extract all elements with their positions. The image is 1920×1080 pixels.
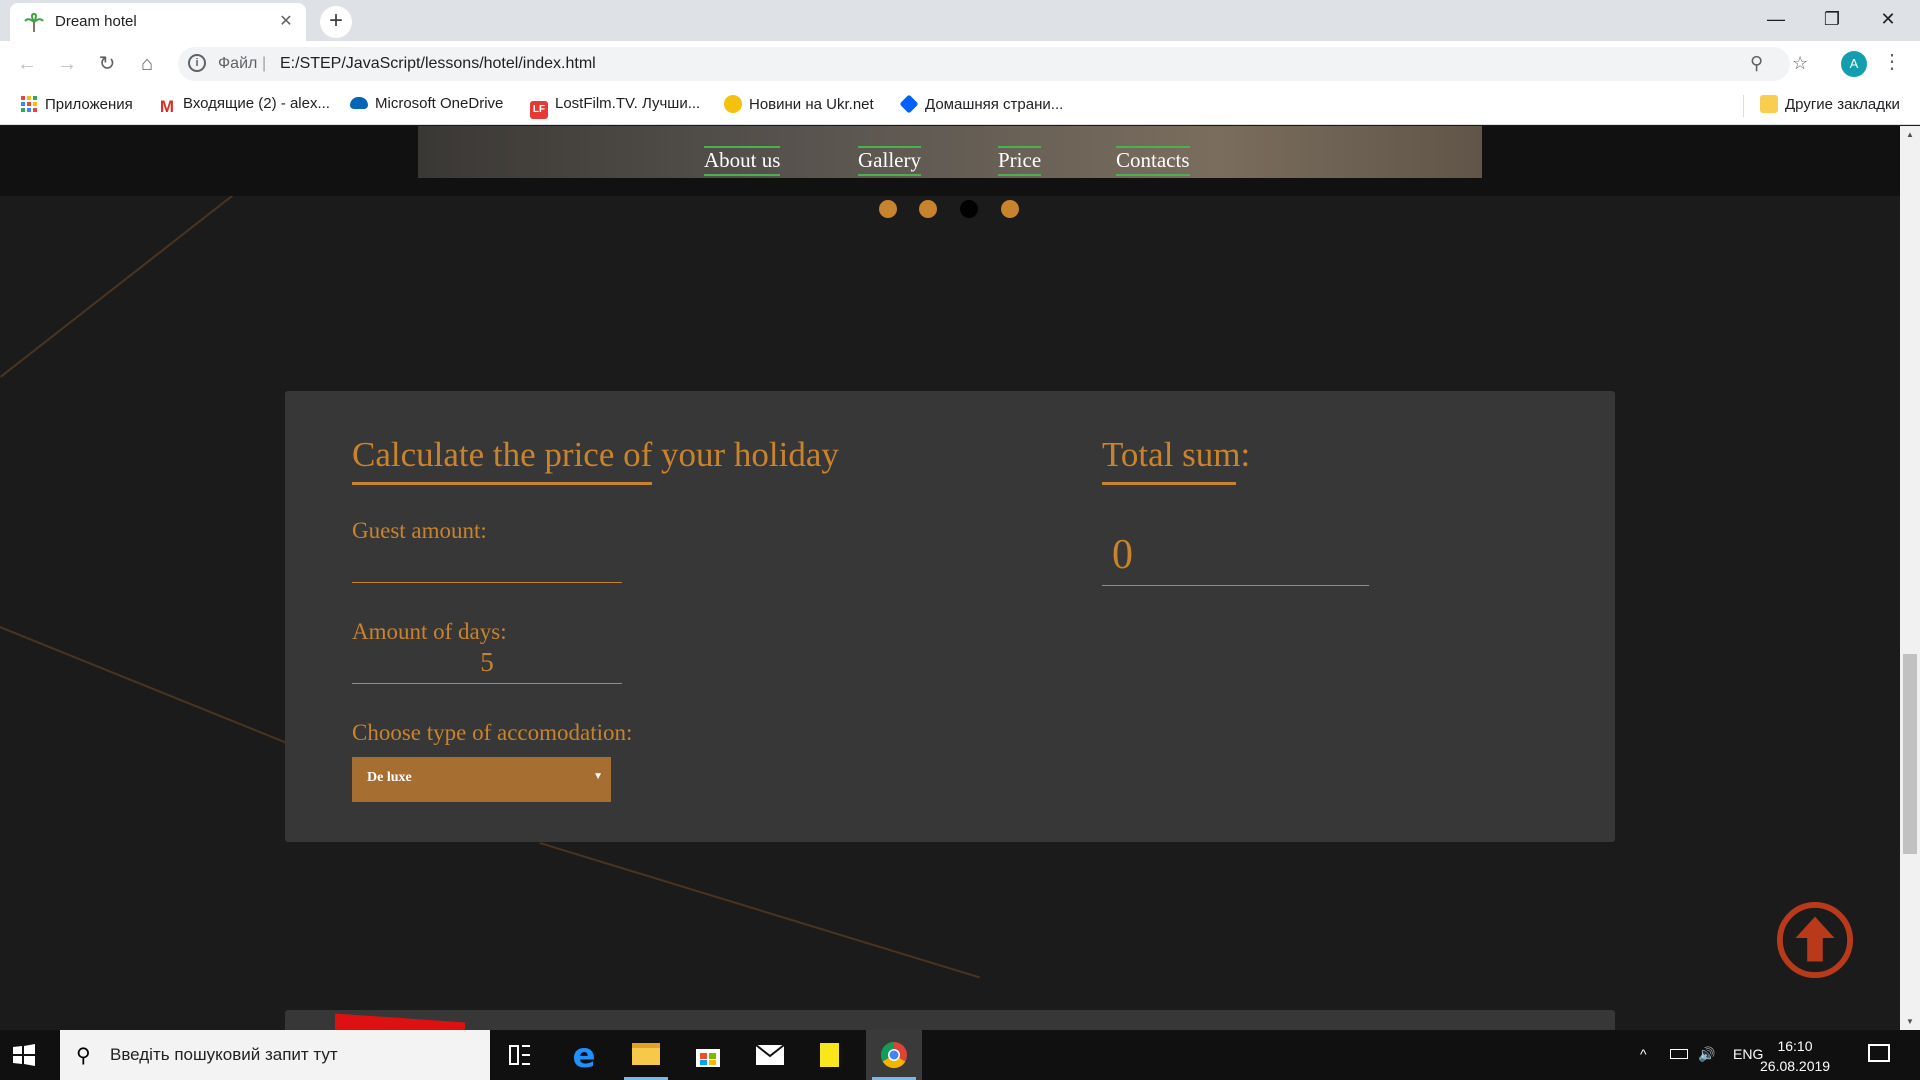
mail-icon[interactable] xyxy=(742,1030,798,1080)
dropdown-arrow-icon: ▼ xyxy=(593,771,603,782)
bookmark-lostfilm[interactable]: LF LostFilm.TV. Лучши... xyxy=(530,95,700,119)
price-calculator: Calculate the price of your holiday Gues… xyxy=(285,391,1615,842)
slider-dot[interactable] xyxy=(1001,200,1019,218)
edge-icon[interactable]: e xyxy=(556,1030,612,1080)
hero-image xyxy=(418,126,1482,178)
maximize-button[interactable]: ❐ xyxy=(1804,4,1860,34)
menu-icon[interactable]: ⋮ xyxy=(1882,49,1902,74)
title-underline xyxy=(352,482,652,485)
accommodation-selected: De luxe xyxy=(367,770,412,785)
taskbar: ⚲ Введіть пошуковий запит тут e ^ 🔊 ENG … xyxy=(0,1030,1920,1080)
next-section-card xyxy=(285,1010,1615,1030)
bookmark-label: Приложения xyxy=(45,96,133,113)
bookmark-other[interactable]: Другие закладки xyxy=(1760,95,1900,113)
clock-date: 26.08.2019 xyxy=(1760,1058,1831,1074)
store-icon[interactable] xyxy=(680,1030,736,1080)
slider-dot[interactable] xyxy=(879,200,897,218)
tray-expand-icon[interactable]: ^ xyxy=(1640,1046,1647,1062)
taskbar-search-box[interactable]: ⚲ Введіть пошуковий запит тут xyxy=(60,1030,490,1080)
tab-strip: Dream hotel ✕ + — ❐ ✕ xyxy=(0,0,1920,41)
tab-close-icon[interactable]: ✕ xyxy=(276,11,296,31)
cloud-icon xyxy=(350,97,368,109)
scroll-thumb[interactable] xyxy=(1903,654,1917,854)
omnibox-separator: | xyxy=(262,55,267,72)
bookmark-onedrive[interactable]: Microsoft OneDrive xyxy=(350,95,503,112)
folder-icon xyxy=(1760,95,1778,113)
scroll-down-arrow-icon[interactable]: ▼ xyxy=(1900,1013,1920,1030)
reload-button[interactable]: ↻ xyxy=(92,49,122,79)
bookmark-label: LostFilm.TV. Лучши... xyxy=(555,95,701,112)
forward-button[interactable]: → xyxy=(52,49,82,79)
tab-title: Dream hotel xyxy=(55,13,137,30)
bookmark-label: Входящие (2) - alex... xyxy=(183,95,330,112)
battery-icon[interactable] xyxy=(1670,1046,1688,1062)
sticky-notes-icon[interactable] xyxy=(804,1030,860,1080)
dropbox-icon xyxy=(899,94,919,114)
apps-grid-icon xyxy=(21,96,37,112)
windows-start-icon[interactable] xyxy=(12,1043,36,1067)
slider-dot-active[interactable] xyxy=(960,200,978,218)
bookmark-label: Microsoft OneDrive xyxy=(375,95,504,112)
ukrnet-icon xyxy=(724,95,742,113)
bookmark-label: Новини на Ukr.net xyxy=(749,96,874,113)
nav-about-us[interactable]: About us xyxy=(704,146,781,176)
bookmarks-divider xyxy=(1743,95,1744,117)
bookmark-label: Домашняя страни... xyxy=(925,96,1064,113)
minimize-button[interactable]: — xyxy=(1748,4,1804,34)
calculator-title: Calculate the price of your holiday xyxy=(352,435,839,474)
close-window-button[interactable]: ✕ xyxy=(1860,4,1916,34)
guest-amount-input[interactable] xyxy=(352,541,622,583)
decor-line xyxy=(0,626,288,744)
days-amount-input[interactable] xyxy=(352,642,622,684)
search-icon: ⚲ xyxy=(76,1045,91,1067)
toolbar: ← → ↻ ⌂ i Файл | E:/STEP/JavaScript/less… xyxy=(0,41,1920,87)
nav-gallery[interactable]: Gallery xyxy=(858,146,921,176)
new-tab-button[interactable]: + xyxy=(320,6,352,38)
chrome-icon[interactable] xyxy=(866,1030,922,1080)
page-scrollbar[interactable]: ▲ ▼ xyxy=(1900,126,1920,1030)
gmail-icon: M xyxy=(159,97,175,116)
next-section-image xyxy=(335,1013,465,1030)
page-viewport: About us Gallery Price Contacts Calculat… xyxy=(0,126,1900,1030)
header-band: About us Gallery Price Contacts xyxy=(0,126,1900,196)
task-view-icon[interactable] xyxy=(492,1030,548,1080)
address-bar[interactable]: i Файл | E:/STEP/JavaScript/lessons/hote… xyxy=(178,47,1790,81)
total-underline xyxy=(1102,482,1236,485)
zoom-icon[interactable]: ⚲ xyxy=(1750,53,1763,74)
home-button[interactable]: ⌂ xyxy=(132,49,162,79)
file-explorer-icon[interactable] xyxy=(618,1030,674,1080)
total-sum-label: Total sum: xyxy=(1102,435,1251,474)
total-sum-value: 0 xyxy=(1112,532,1133,578)
bookmarks-bar: Приложения M Входящие (2) - alex... Micro… xyxy=(0,87,1920,125)
scroll-to-top-icon[interactable] xyxy=(1776,901,1854,979)
slider-dot[interactable] xyxy=(919,200,937,218)
total-value-underline xyxy=(1102,585,1369,586)
decor-line xyxy=(539,842,980,979)
tab-dream-hotel[interactable]: Dream hotel ✕ xyxy=(10,3,306,41)
language-indicator[interactable]: ENG xyxy=(1733,1046,1763,1062)
clock[interactable]: 16:10 26.08.2019 xyxy=(1760,1036,1830,1076)
bookmark-apps[interactable]: Приложения xyxy=(20,95,133,113)
nav-contacts[interactable]: Contacts xyxy=(1116,146,1190,176)
bookmark-star-icon[interactable]: ☆ xyxy=(1792,53,1808,74)
profile-avatar[interactable]: A xyxy=(1841,51,1867,77)
accommodation-label: Choose type of accomodation: xyxy=(352,720,633,745)
url-text[interactable]: E:/STEP/JavaScript/lessons/hotel/index.h… xyxy=(280,55,596,73)
accommodation-select[interactable]: De luxe ▼ xyxy=(352,757,611,802)
scheme-label: Файл xyxy=(218,55,258,72)
bookmark-label: Другие закладки xyxy=(1785,96,1900,113)
scroll-up-arrow-icon[interactable]: ▲ xyxy=(1900,126,1920,143)
notifications-icon[interactable] xyxy=(1868,1044,1890,1062)
lostfilm-icon: LF xyxy=(530,101,548,119)
clock-time: 16:10 xyxy=(1777,1038,1813,1054)
bookmark-homepage[interactable]: Домашняя страни... xyxy=(899,94,1064,114)
nav-price[interactable]: Price xyxy=(998,146,1042,176)
info-icon[interactable]: i xyxy=(188,54,206,72)
palm-tree-icon xyxy=(24,13,44,32)
volume-icon[interactable]: 🔊 xyxy=(1698,1046,1715,1063)
search-placeholder: Введіть пошуковий запит тут xyxy=(110,1045,338,1064)
back-button[interactable]: ← xyxy=(12,49,42,79)
bookmark-gmail[interactable]: M Входящие (2) - alex... xyxy=(158,95,330,116)
bookmark-ukrnet[interactable]: Новини на Ukr.net xyxy=(724,95,874,113)
